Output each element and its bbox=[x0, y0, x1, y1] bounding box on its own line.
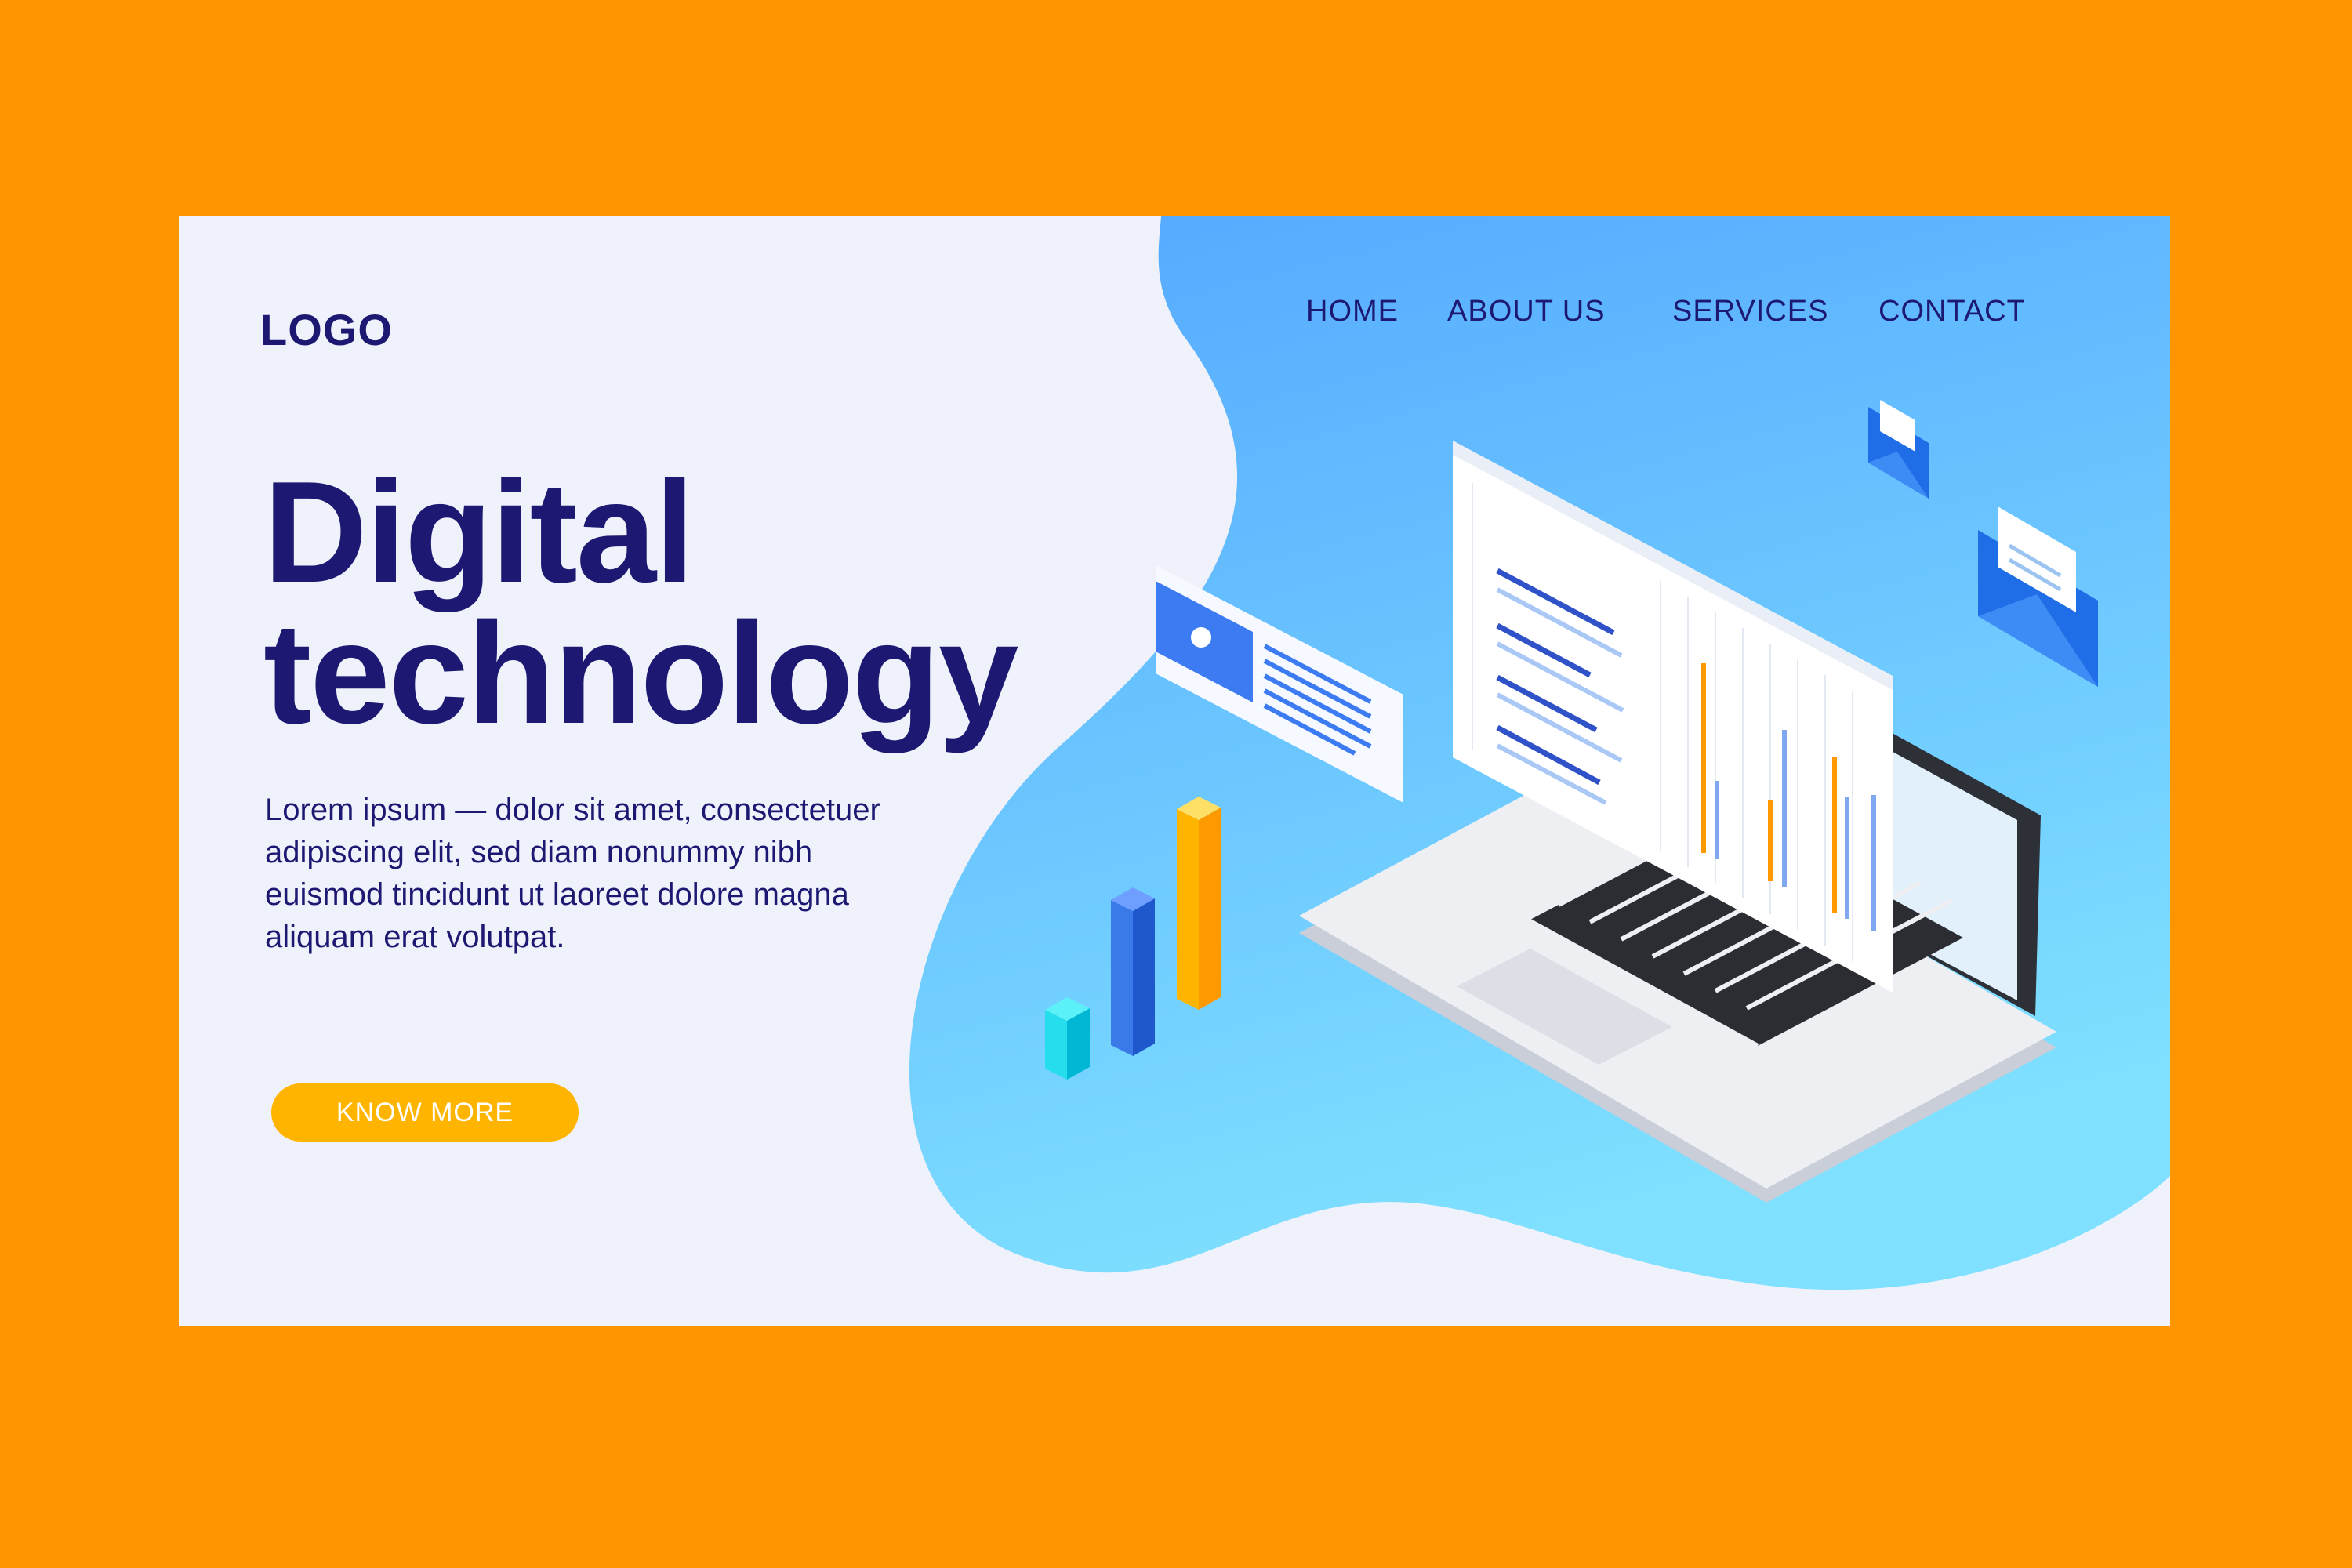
landing-card: LOGO HOME ABOUT US SERVICES CONTACT Digi… bbox=[179, 216, 2170, 1326]
nav-services[interactable]: SERVICES bbox=[1672, 295, 1828, 328]
title-line-2: technology bbox=[263, 592, 1018, 753]
nav-about-us[interactable]: ABOUT US bbox=[1447, 295, 1606, 328]
page-title: Digital technology bbox=[263, 451, 1018, 753]
nav-home[interactable]: HOME bbox=[1306, 295, 1399, 328]
title-line-1: Digital bbox=[263, 451, 695, 612]
nav-contact[interactable]: CONTACT bbox=[1878, 295, 2026, 328]
main-nav: HOME ABOUT US SERVICES CONTACT bbox=[179, 295, 2170, 342]
hero-description: Lorem ipsum — dolor sit amet, consectetu… bbox=[265, 793, 880, 954]
know-more-button[interactable]: KNOW MORE bbox=[271, 1083, 579, 1142]
hero-illustration bbox=[909, 216, 2170, 1290]
